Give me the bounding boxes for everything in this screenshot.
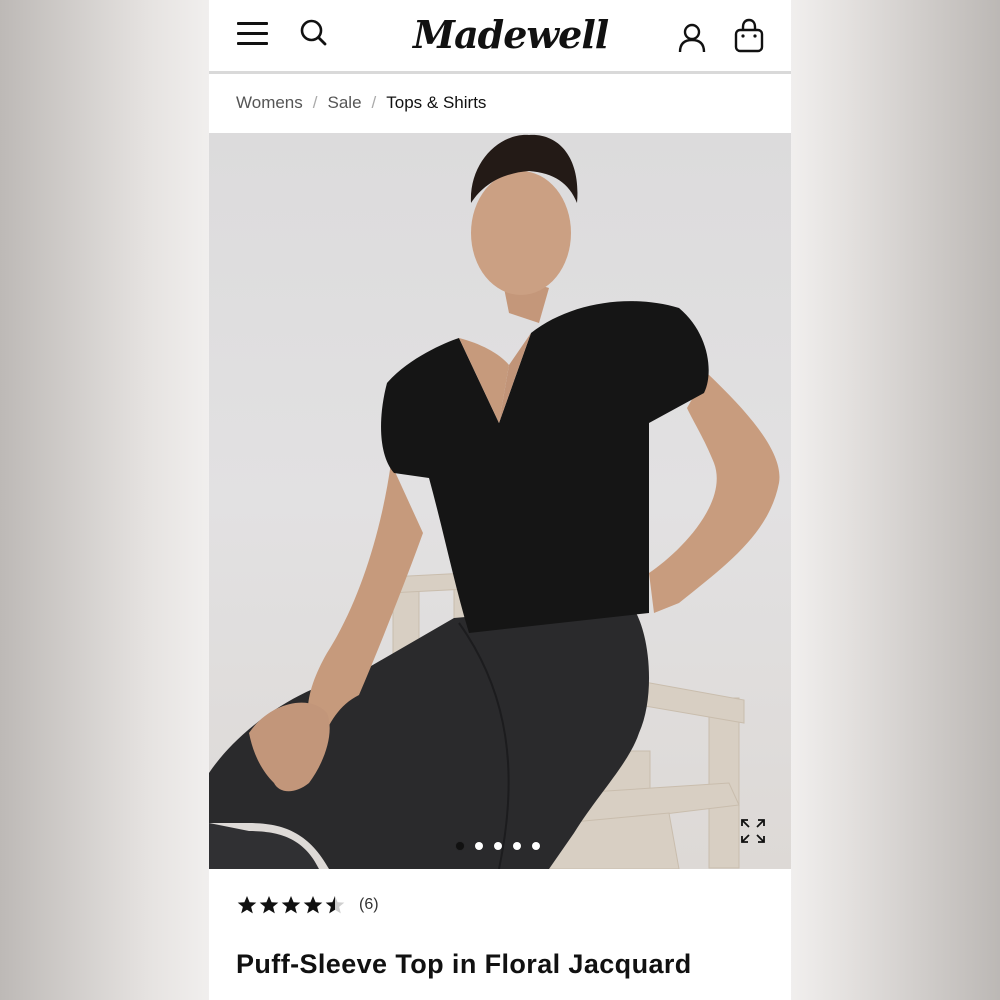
carousel-dot[interactable] xyxy=(513,842,521,850)
product-page: Madewell Womens / Sale / Tops & Shirts (… xyxy=(209,0,791,1000)
breadcrumb-item-womens[interactable]: Womens xyxy=(236,93,303,113)
breadcrumb-item-sale[interactable]: Sale xyxy=(328,93,362,113)
shopping-bag-icon[interactable] xyxy=(733,18,765,54)
carousel-dots xyxy=(456,842,540,850)
product-rating[interactable]: (6) xyxy=(237,895,379,915)
star-icon xyxy=(303,896,323,914)
breadcrumb-separator: / xyxy=(371,93,377,112)
star-icon xyxy=(259,896,279,914)
product-image-carousel[interactable] xyxy=(209,133,791,869)
carousel-dot[interactable] xyxy=(456,842,464,850)
brand-logo[interactable]: Madewell xyxy=(413,8,609,62)
star-icon xyxy=(237,896,257,914)
top-navigation-bar: Madewell xyxy=(209,0,791,74)
product-photo xyxy=(209,134,780,869)
review-count[interactable]: (6) xyxy=(359,896,379,914)
breadcrumb-item-tops-shirts[interactable]: Tops & Shirts xyxy=(386,93,486,113)
carousel-dot[interactable] xyxy=(532,842,540,850)
account-icon[interactable] xyxy=(677,22,707,54)
half-star-icon xyxy=(325,896,345,914)
carousel-dot[interactable] xyxy=(494,842,502,850)
search-icon[interactable] xyxy=(299,18,329,48)
product-info: (6) Puff-Sleeve Top in Floral Jacquard xyxy=(209,869,791,1000)
expand-icon[interactable] xyxy=(739,817,767,845)
breadcrumb-separator: / xyxy=(312,93,318,112)
star-icon xyxy=(281,896,301,914)
breadcrumb: Womens / Sale / Tops & Shirts xyxy=(236,90,486,116)
carousel-dot[interactable] xyxy=(475,842,483,850)
product-title: Puff-Sleeve Top in Floral Jacquard xyxy=(236,949,692,979)
hamburger-menu-icon[interactable] xyxy=(237,20,269,48)
